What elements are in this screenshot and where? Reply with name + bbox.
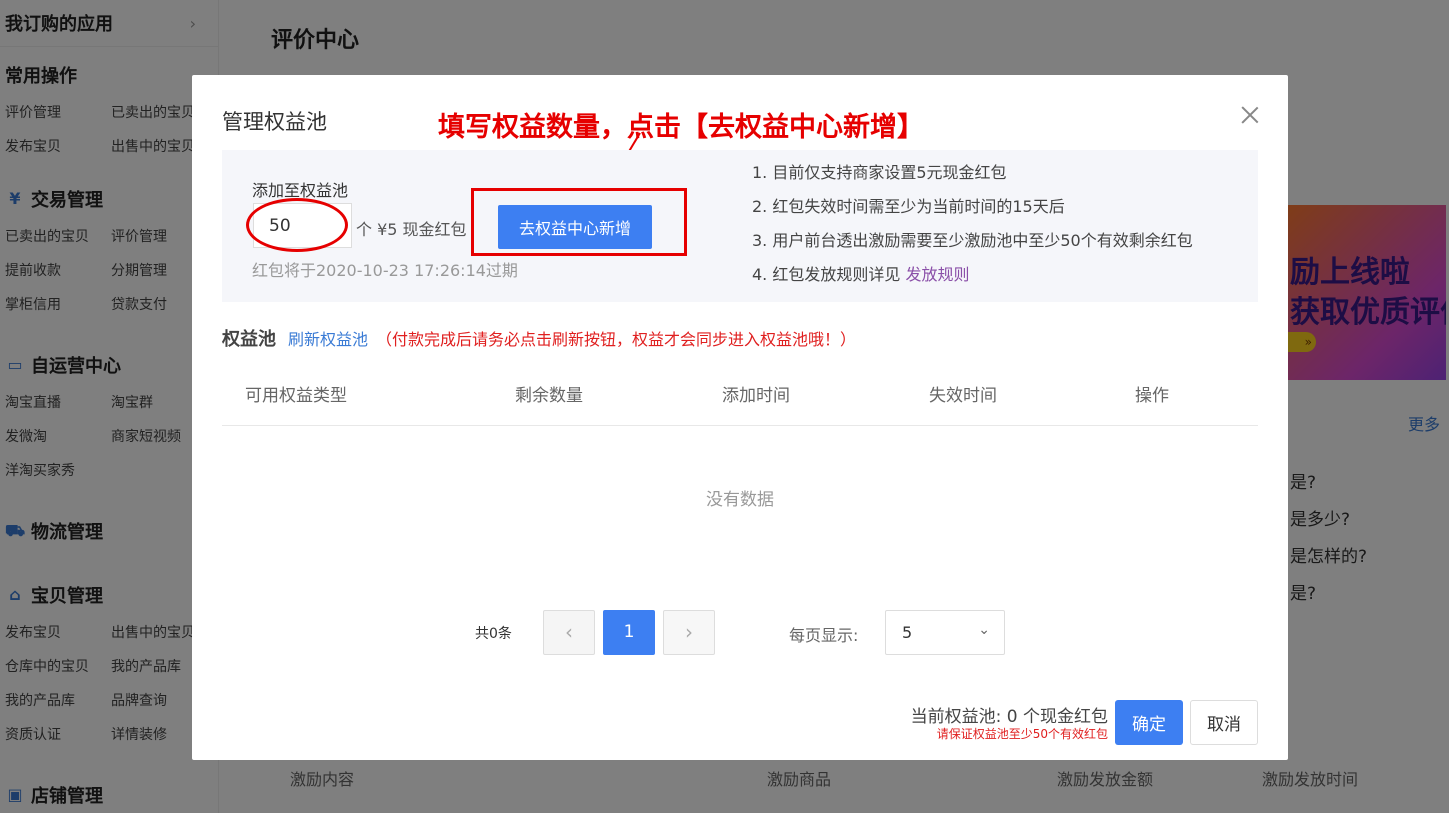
prev-page-button[interactable]: ‹ (543, 610, 595, 655)
pool-title: 权益池 (222, 329, 276, 350)
pool-table-header: 可用权益类型 剩余数量 添加时间 失效时间 操作 (222, 365, 1258, 426)
chevron-left-icon: ‹ (565, 620, 573, 644)
page-size-value: 5 (902, 623, 913, 642)
page-size-select[interactable]: 5 ⌄ (885, 610, 1005, 655)
quantity-input[interactable] (253, 203, 352, 248)
table-header-cell: 添加时间 (722, 386, 790, 406)
add-benefit-panel: 添加至权益池 个 ¥5 现金红包 红包将于2020-10-23 17:26:14… (222, 150, 1258, 302)
pool-header: 权益池 刷新权益池 （付款完成后请务必点击刷新按钮，权益才会同步进入权益池哦！） (222, 325, 856, 351)
page-size-label: 每页显示: (789, 626, 859, 645)
rule-item: 2. 红包失效时间需至少为当前时间的15天后 (752, 197, 1065, 216)
rule-item: 4. 红包发放规则详见 发放规则 (752, 263, 1193, 297)
rule-item: 1. 目前仅支持商家设置5元现金红包 (752, 163, 1007, 182)
total-count: 共0条 (475, 626, 512, 642)
table-header-cell: 剩余数量 (515, 386, 583, 406)
tutorial-annotation: 填写权益数量，点击【去权益中心新增】 (438, 112, 924, 143)
chevron-down-icon: ⌄ (978, 622, 990, 638)
current-pool-text: 当前权益池: 0 个现金红包 (910, 707, 1108, 727)
cancel-button[interactable]: 取消 (1190, 700, 1258, 745)
dialog-title: 管理权益池 (222, 110, 327, 134)
table-header-cell: 操作 (1135, 386, 1169, 406)
rules-link[interactable]: 发放规则 (905, 265, 969, 284)
close-icon[interactable] (1238, 103, 1262, 127)
manage-pool-dialog: 管理权益池 填写权益数量，点击【去权益中心新增】 添加至权益池 个 ¥5 现金红… (192, 75, 1288, 760)
refresh-pool-link[interactable]: 刷新权益池 (288, 326, 368, 350)
go-benefit-center-button[interactable]: 去权益中心新增 (498, 205, 652, 249)
page-number-button[interactable]: 1 (603, 610, 655, 655)
next-page-button[interactable]: › (663, 610, 715, 655)
table-header-cell: 失效时间 (929, 386, 997, 406)
rules-list: 1. 目前仅支持商家设置5元现金红包 2. 红包失效时间需至少为当前时间的15天… (752, 161, 1193, 297)
confirm-button[interactable]: 确定 (1115, 700, 1183, 745)
pool-warning-text: 请保证权益池至少50个有效红包 (936, 727, 1108, 741)
add-to-pool-label: 添加至权益池 (252, 181, 349, 200)
rule-item: 3. 用户前台透出激励需要至少激励池中至少50个有效剩余红包 (752, 231, 1193, 250)
chevron-right-icon: › (685, 620, 693, 644)
expire-text: 红包将于2020-10-23 17:26:14过期 (252, 261, 518, 280)
empty-state-text: 没有数据 (706, 490, 774, 510)
table-header-cell: 可用权益类型 (245, 386, 347, 406)
pool-note: （付款完成后请务必点击刷新按钮，权益才会同步进入权益池哦！） (376, 330, 857, 349)
pagination: 共0条 ‹ 1 › 每页显示: 5 ⌄ (192, 610, 1288, 655)
unit-text: 个 ¥5 现金红包 (356, 220, 467, 239)
rule-text: 4. 红包发放规则详见 (752, 265, 901, 284)
